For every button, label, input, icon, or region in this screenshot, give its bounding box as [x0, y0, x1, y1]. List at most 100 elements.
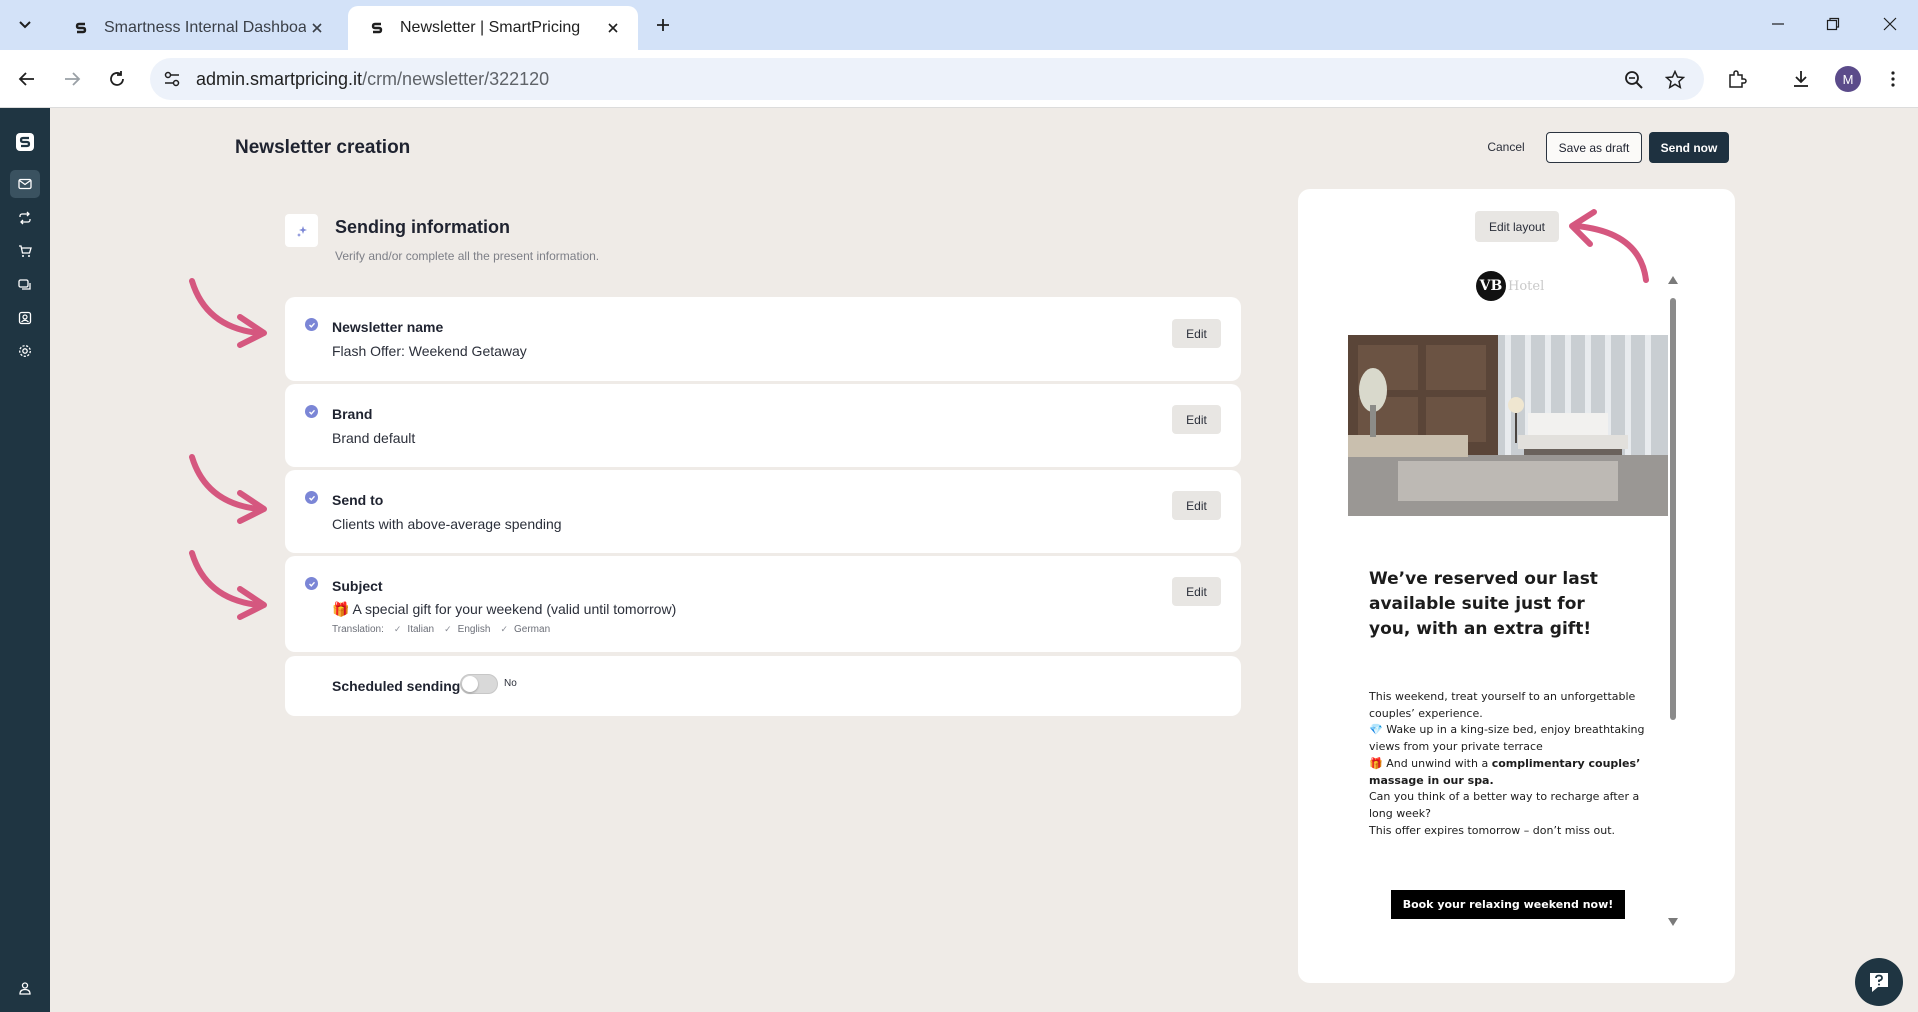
plus-icon: [657, 19, 669, 31]
email-body-line: This weekend, treat yourself to an unfor…: [1369, 690, 1636, 720]
profile-avatar[interactable]: M: [1835, 66, 1861, 92]
reload-button[interactable]: [102, 64, 132, 94]
check-circle-icon: [305, 405, 318, 418]
email-body-line: 💎 Wake up in a king-size bed, enjoy brea…: [1369, 723, 1645, 754]
annotation-arrow: [189, 454, 267, 524]
close-icon[interactable]: [602, 17, 624, 39]
preview-scrollbar[interactable]: [1667, 276, 1679, 926]
browser-tab-bar: Smartness Internal Dashboard Newsletter …: [0, 0, 1918, 50]
translation-list: Translation: Italian English German: [332, 624, 550, 635]
translation-language: German: [500, 624, 550, 635]
email-preview-panel: Edit layout VB Hotel We’ve reserved our …: [1298, 189, 1735, 983]
close-icon: [1883, 17, 1897, 31]
field-label: Subject: [332, 578, 383, 594]
field-label: Send to: [332, 492, 384, 508]
sidebar-item-messages[interactable]: [10, 271, 40, 299]
edit-subject-button[interactable]: Edit: [1172, 577, 1221, 606]
email-body-line: Can you think of a better way to recharg…: [1369, 790, 1640, 820]
field-value: Flash Offer: Weekend Getaway: [332, 343, 527, 359]
downloads-button[interactable]: [1786, 64, 1816, 94]
scroll-down-arrow-icon[interactable]: [1668, 918, 1678, 926]
edit-layout-button[interactable]: Edit layout: [1475, 211, 1559, 242]
extensions-button[interactable]: [1722, 64, 1752, 94]
field-value: 🎁 A special gift for your weekend (valid…: [332, 601, 677, 617]
help-chat-button[interactable]: [1855, 958, 1903, 1006]
address-bar[interactable]: admin.smartpricing.it/crm/newsletter/322…: [150, 58, 1704, 100]
subject-card: Subject 🎁 A special gift for your weeken…: [285, 556, 1241, 652]
browser-toolbar: admin.smartpricing.it/crm/newsletter/322…: [0, 50, 1918, 108]
back-button[interactable]: [12, 64, 42, 94]
annotation-arrow: [1569, 209, 1649, 283]
url-host: admin.smartpricing.it: [196, 69, 363, 89]
hotel-logo-mark: VB: [1476, 271, 1506, 301]
email-cta-button[interactable]: Book your relaxing weekend now!: [1391, 890, 1625, 919]
email-preview: VB Hotel We’ve reserved our last availab…: [1348, 271, 1668, 971]
translation-label: Translation:: [332, 624, 384, 635]
more-vertical-icon: [1891, 71, 1895, 87]
zoom-icon[interactable]: [1623, 69, 1645, 91]
tab-search-button[interactable]: [10, 12, 40, 38]
close-icon[interactable]: [306, 17, 328, 39]
scroll-thumb[interactable]: [1670, 298, 1676, 720]
minimize-button[interactable]: [1758, 10, 1798, 38]
gear-icon: [19, 345, 31, 357]
edit-newsletter-name-button[interactable]: Edit: [1172, 319, 1221, 348]
browser-menu-button[interactable]: [1878, 64, 1908, 94]
sidebar-item-newsletter[interactable]: [10, 170, 40, 198]
edit-brand-button[interactable]: Edit: [1172, 405, 1221, 434]
arrow-right-icon: [65, 72, 81, 86]
email-body-text: 🎁 And unwind with a: [1369, 756, 1492, 770]
annotation-arrow: [189, 278, 267, 348]
site-settings-icon[interactable]: [162, 69, 182, 89]
bookmark-star-icon[interactable]: [1664, 69, 1686, 91]
page-title: Newsletter creation: [235, 137, 411, 158]
check-circle-icon: [305, 318, 318, 331]
restore-icon: [1826, 17, 1840, 31]
email-headline: We’ve reserved our last available suite …: [1369, 569, 1598, 639]
close-window-button[interactable]: [1870, 10, 1910, 38]
chevron-down-icon: [19, 21, 31, 29]
forward-button[interactable]: [57, 64, 87, 94]
chat-question-icon: [1870, 973, 1888, 992]
contact-card-icon: [18, 311, 32, 325]
email-body-line: This offer expires tomorrow – don’t miss…: [1369, 823, 1616, 837]
smartness-logo-icon[interactable]: [10, 128, 40, 156]
hotel-logo: VB Hotel: [1476, 271, 1544, 301]
sidebar-item-contacts[interactable]: [10, 304, 40, 332]
sidebar-item-settings[interactable]: [10, 337, 40, 365]
send-now-button[interactable]: Send now: [1649, 132, 1729, 163]
field-value: Brand default: [332, 430, 416, 446]
field-label: Scheduled sending: [332, 678, 461, 694]
mail-icon: [18, 178, 32, 190]
browser-tab-newsletter[interactable]: Newsletter | SmartPricing: [348, 6, 638, 50]
scroll-up-arrow-icon[interactable]: [1668, 276, 1678, 284]
restore-button[interactable]: [1813, 10, 1853, 38]
sidebar-item-automations[interactable]: [10, 204, 40, 232]
tab-title: Newsletter | SmartPricing: [400, 19, 581, 36]
edit-send-to-button[interactable]: Edit: [1172, 491, 1221, 520]
arrow-left-icon: [18, 72, 34, 86]
cancel-button[interactable]: Cancel: [1478, 131, 1534, 163]
sidebar-item-shop[interactable]: [10, 237, 40, 265]
puzzle-icon: [1729, 70, 1747, 88]
new-tab-button[interactable]: [650, 12, 676, 38]
toggle-knob: [462, 676, 478, 692]
messages-icon: [18, 279, 31, 290]
smartness-favicon-icon: [72, 19, 90, 37]
scheduled-sending-toggle[interactable]: [460, 674, 498, 694]
cart-icon: [19, 245, 32, 257]
field-label: Brand: [332, 406, 373, 422]
check-circle-icon: [305, 577, 318, 590]
tab-title: Smartness Internal Dashboard: [104, 19, 306, 36]
save-as-draft-button[interactable]: Save as draft: [1546, 132, 1642, 163]
toggle-state: No: [504, 678, 517, 689]
reload-icon: [110, 71, 124, 86]
section-subtitle: Verify and/or complete all the present i…: [335, 249, 600, 263]
browser-tab-dashboard[interactable]: Smartness Internal Dashboard: [52, 6, 342, 50]
download-icon: [1794, 71, 1808, 87]
translation-language: English: [444, 624, 491, 635]
url-text: admin.smartpricing.it/crm/newsletter/322…: [196, 69, 549, 90]
sidebar-item-account[interactable]: [10, 974, 40, 1002]
minimize-icon: [1772, 23, 1784, 25]
repeat-icon: [19, 211, 31, 225]
